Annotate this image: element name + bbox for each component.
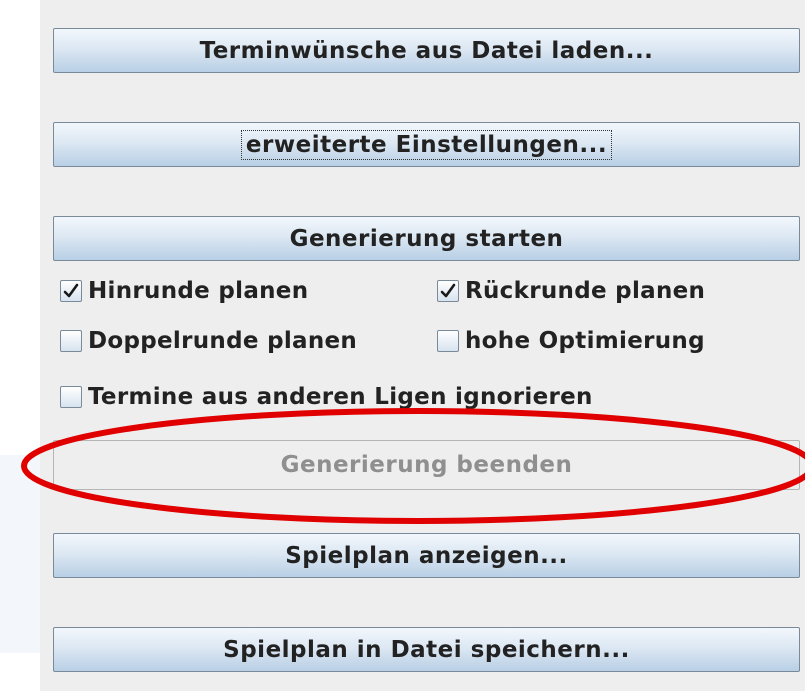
save-schedule-button[interactable]: Spielplan in Datei speichern... <box>53 627 800 672</box>
high-optimization-option[interactable]: hohe Optimierung <box>437 324 705 358</box>
double-round-label: Doppelrunde planen <box>88 328 358 354</box>
start-generation-label: Generierung starten <box>289 225 564 252</box>
double-round-checkbox[interactable] <box>60 330 82 352</box>
background-strip <box>0 455 40 653</box>
show-schedule-label: Spielplan anzeigen... <box>285 542 568 569</box>
stop-generation-button[interactable]: Generierung beenden <box>53 440 800 490</box>
first-round-label: Hinrunde planen <box>88 278 309 304</box>
checkmark-icon <box>440 283 456 298</box>
ignore-other-leagues-label: Termine aus anderen Ligen ignorieren <box>88 384 593 410</box>
start-generation-button[interactable]: Generierung starten <box>53 216 800 261</box>
double-round-option[interactable]: Doppelrunde planen <box>60 324 357 358</box>
high-optimization-label: hohe Optimierung <box>465 328 705 354</box>
second-round-checkbox[interactable] <box>437 280 459 302</box>
save-schedule-label: Spielplan in Datei speichern... <box>223 636 630 663</box>
stop-generation-label: Generierung beenden <box>280 452 573 478</box>
load-wishes-label: Terminwünsche aus Datei laden... <box>199 37 654 64</box>
advanced-settings-button[interactable]: erweiterte Einstellungen... <box>53 122 800 167</box>
ignore-other-leagues-option[interactable]: Termine aus anderen Ligen ignorieren <box>60 380 593 414</box>
load-wishes-button[interactable]: Terminwünsche aus Datei laden... <box>53 28 800 73</box>
high-optimization-checkbox[interactable] <box>437 330 459 352</box>
first-round-checkbox[interactable] <box>60 280 82 302</box>
ignore-other-leagues-checkbox[interactable] <box>60 386 82 408</box>
second-round-option[interactable]: Rückrunde planen <box>437 274 705 308</box>
first-round-option[interactable]: Hinrunde planen <box>60 274 308 308</box>
checkmark-icon <box>63 283 79 298</box>
show-schedule-button[interactable]: Spielplan anzeigen... <box>53 533 800 578</box>
advanced-settings-label: erweiterte Einstellungen... <box>240 129 613 160</box>
second-round-label: Rückrunde planen <box>465 278 706 304</box>
